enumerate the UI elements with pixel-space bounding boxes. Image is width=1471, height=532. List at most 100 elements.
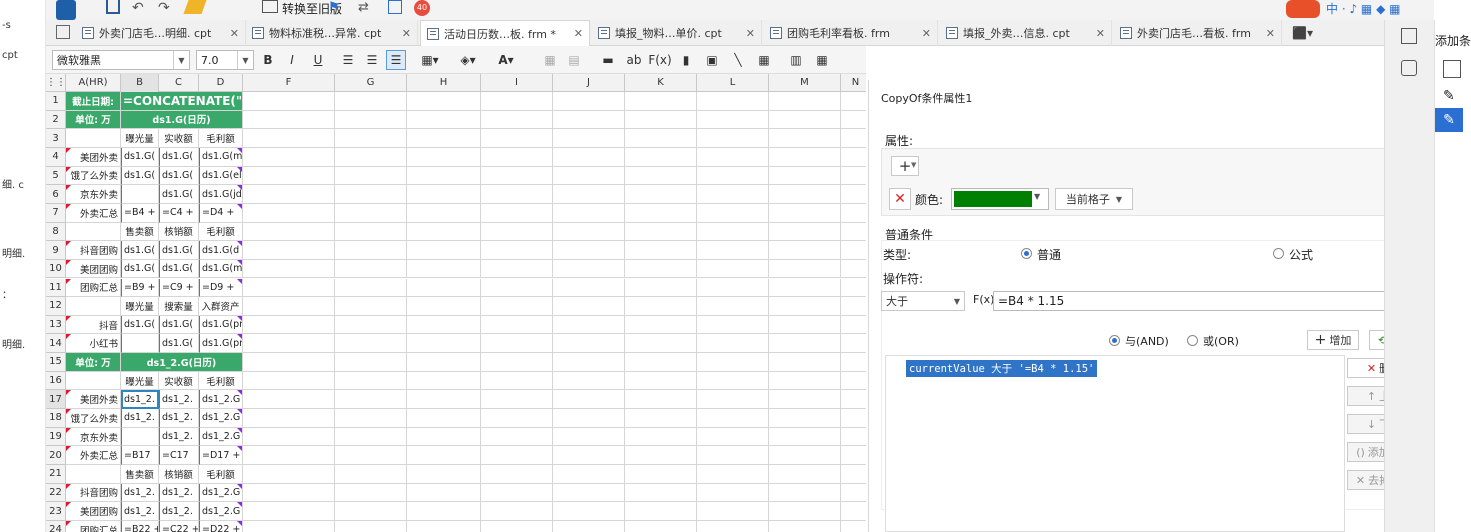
grid-cell[interactable]: ds1.G( bbox=[159, 259, 199, 279]
row-header[interactable]: 12 bbox=[46, 297, 66, 316]
grid-cell-empty[interactable] bbox=[841, 353, 866, 372]
column-header[interactable]: G bbox=[335, 74, 407, 92]
grid-cell-empty[interactable] bbox=[243, 129, 335, 148]
grid-cell-empty[interactable] bbox=[553, 259, 625, 279]
close-icon[interactable]: ✕ bbox=[746, 27, 755, 40]
grid-cell[interactable]: 团购汇总 bbox=[66, 278, 121, 298]
row-header[interactable]: 15 bbox=[46, 353, 66, 372]
grid-cell-empty[interactable] bbox=[243, 371, 335, 391]
column-header[interactable]: M bbox=[769, 74, 841, 92]
bold-button[interactable]: B bbox=[258, 50, 278, 70]
grid-cell-empty[interactable] bbox=[841, 334, 866, 354]
grid-cell-empty[interactable] bbox=[553, 502, 625, 521]
grid-cell-empty[interactable] bbox=[553, 166, 625, 186]
grid-cell[interactable]: ds1.G(el bbox=[199, 166, 243, 186]
grid-cell-empty[interactable] bbox=[481, 241, 553, 260]
grid-cell[interactable]: ds1.G(m bbox=[199, 259, 243, 279]
grid-cell-empty[interactable] bbox=[335, 92, 407, 111]
tab-file[interactable]: 外卖门店毛…明细. cpt ✕ bbox=[76, 20, 246, 46]
grid-cell-empty[interactable] bbox=[769, 427, 841, 447]
grid-cell-empty[interactable] bbox=[243, 110, 335, 130]
grid-cell-empty[interactable] bbox=[553, 241, 625, 260]
grid-cell-empty[interactable] bbox=[841, 279, 866, 298]
and-radio[interactable] bbox=[1109, 335, 1120, 346]
grid-cell[interactable]: ds1.G( bbox=[121, 166, 159, 186]
grid-cell-empty[interactable] bbox=[335, 502, 407, 521]
grid-menu-icon[interactable] bbox=[56, 25, 70, 39]
grid-cell-empty[interactable] bbox=[841, 241, 866, 260]
grid-cell-empty[interactable] bbox=[625, 483, 697, 503]
grid-cell-empty[interactable] bbox=[243, 259, 335, 279]
grid-cell-empty[interactable] bbox=[481, 502, 553, 521]
grid-cell-empty[interactable] bbox=[553, 446, 625, 465]
notification-badge[interactable]: 40 bbox=[414, 0, 430, 16]
grid-cell-empty[interactable] bbox=[769, 371, 841, 391]
grid-cell[interactable]: 毛利额 bbox=[199, 222, 243, 242]
grid-cell-empty[interactable] bbox=[407, 185, 481, 204]
row-header[interactable]: 14 bbox=[46, 334, 66, 354]
spreadsheet-grid[interactable]: ⋮⋮ A(HR) B C D F G H I J K L M N 1 截止日期: =… bbox=[46, 74, 866, 532]
convert-icon[interactable] bbox=[262, 0, 278, 13]
grid-cell[interactable]: ds1.G( bbox=[121, 147, 159, 167]
grid-cell-empty[interactable] bbox=[841, 148, 866, 167]
grid-cell-empty[interactable] bbox=[407, 483, 481, 503]
grid-cell-empty[interactable] bbox=[769, 465, 841, 484]
align-center-icon[interactable]: ☰ bbox=[362, 50, 382, 70]
grid-cell-empty[interactable] bbox=[769, 446, 841, 465]
grid-cell-empty[interactable] bbox=[243, 353, 335, 372]
row-header[interactable]: 22 bbox=[46, 483, 66, 503]
grid-cell-empty[interactable] bbox=[769, 147, 841, 167]
grid-cell-empty[interactable] bbox=[335, 427, 407, 447]
row-header[interactable]: 2 bbox=[46, 110, 66, 130]
grid-cell-empty[interactable] bbox=[553, 465, 625, 484]
grid-cell[interactable]: 曝光量 bbox=[121, 371, 159, 391]
grid-cell[interactable]: ds1_2. bbox=[159, 502, 199, 521]
operator-select[interactable]: 大于 ▼ bbox=[881, 291, 965, 311]
column-header[interactable]: A(HR) bbox=[66, 74, 121, 92]
grid-cell-empty[interactable] bbox=[407, 241, 481, 260]
grid-cell-empty[interactable] bbox=[625, 465, 697, 484]
grid-cell-empty[interactable] bbox=[243, 203, 335, 223]
fx-icon[interactable]: F(x) bbox=[973, 293, 994, 306]
active-edit-icon[interactable]: ✎ bbox=[1435, 108, 1463, 132]
grid-cell[interactable]: ds1_2.G bbox=[199, 483, 243, 503]
slash-icon[interactable]: ╲ bbox=[728, 50, 748, 70]
grid-cell-empty[interactable] bbox=[841, 428, 866, 447]
grid-cell-empty[interactable] bbox=[335, 203, 407, 223]
grid-cell-empty[interactable] bbox=[841, 223, 866, 242]
bug-icon[interactable]: ⚑ bbox=[328, 0, 340, 15]
insert-row-icon[interactable]: ▬ bbox=[598, 50, 618, 70]
grid-cell-empty[interactable] bbox=[769, 315, 841, 335]
grid-cell-empty[interactable] bbox=[553, 185, 625, 204]
tab-file-active[interactable]: 活动日历数…板. frm * ✕ bbox=[420, 20, 590, 46]
grid-cell-empty[interactable] bbox=[407, 409, 481, 428]
grid-cell[interactable]: 单位: 万 bbox=[66, 110, 121, 130]
grid-cell-empty[interactable] bbox=[625, 222, 697, 242]
corner-cell[interactable]: ⋮⋮ bbox=[46, 74, 66, 92]
grid-cell[interactable]: =D9 + bbox=[199, 278, 243, 298]
grid-cell-empty[interactable] bbox=[407, 222, 481, 242]
grid-cell[interactable] bbox=[66, 297, 121, 316]
grid-cell-empty[interactable] bbox=[335, 409, 407, 428]
row-header[interactable]: 19 bbox=[46, 427, 66, 447]
grid-cell-empty[interactable] bbox=[769, 353, 841, 372]
grid-cell-empty[interactable] bbox=[769, 110, 841, 130]
grid-cell-empty[interactable] bbox=[625, 409, 697, 428]
grid-cell-empty[interactable] bbox=[335, 222, 407, 242]
grid-cell-empty[interactable] bbox=[625, 241, 697, 260]
sheet-icon[interactable]: ▥ bbox=[786, 50, 806, 70]
grid-cell-empty[interactable] bbox=[407, 334, 481, 354]
formula-icon[interactable]: F(x) bbox=[648, 50, 671, 70]
grid-cell-empty[interactable] bbox=[697, 353, 769, 372]
row-header[interactable]: 8 bbox=[46, 222, 66, 242]
grid-cell-empty[interactable] bbox=[335, 334, 407, 354]
grid-cell-empty[interactable] bbox=[481, 465, 553, 484]
grid-cell-empty[interactable] bbox=[697, 315, 769, 335]
grid-cell-empty[interactable] bbox=[625, 278, 697, 298]
grid-cell-empty[interactable] bbox=[697, 92, 769, 111]
grid-cell-empty[interactable] bbox=[553, 297, 625, 316]
copy-icon[interactable] bbox=[1443, 60, 1461, 78]
grid-cell-empty[interactable] bbox=[769, 259, 841, 279]
edit-icon[interactable]: ✎ bbox=[1443, 88, 1455, 104]
grid-cell-empty[interactable] bbox=[481, 409, 553, 428]
